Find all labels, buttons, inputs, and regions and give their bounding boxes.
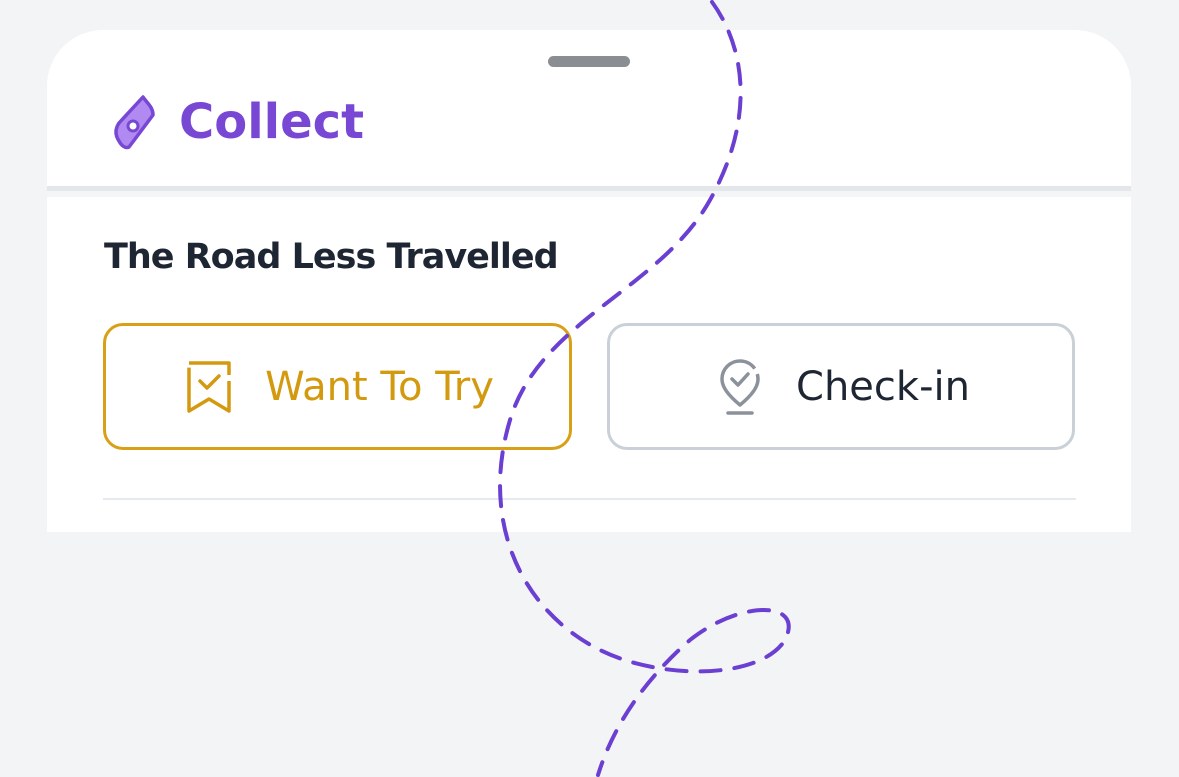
want-to-try-label: Want To Try	[265, 363, 494, 410]
want-to-try-button[interactable]: Want To Try	[103, 323, 572, 450]
check-in-button[interactable]: Check-in	[607, 323, 1075, 450]
place-name: The Road Less Travelled	[104, 237, 559, 277]
collect-sheet: Collect The Road Less Travelled Want To …	[47, 30, 1131, 532]
screen: Collect The Road Less Travelled Want To …	[0, 0, 1179, 777]
check-in-label: Check-in	[796, 363, 970, 410]
bookmark-check-icon	[187, 360, 231, 413]
map-pin-diamond-icon	[114, 95, 155, 150]
section-divider	[103, 498, 1076, 500]
sheet-header: Collect	[47, 30, 1131, 186]
location-check-icon	[720, 358, 760, 415]
page-title: Collect	[179, 94, 365, 150]
header-divider-shade	[47, 191, 1131, 197]
